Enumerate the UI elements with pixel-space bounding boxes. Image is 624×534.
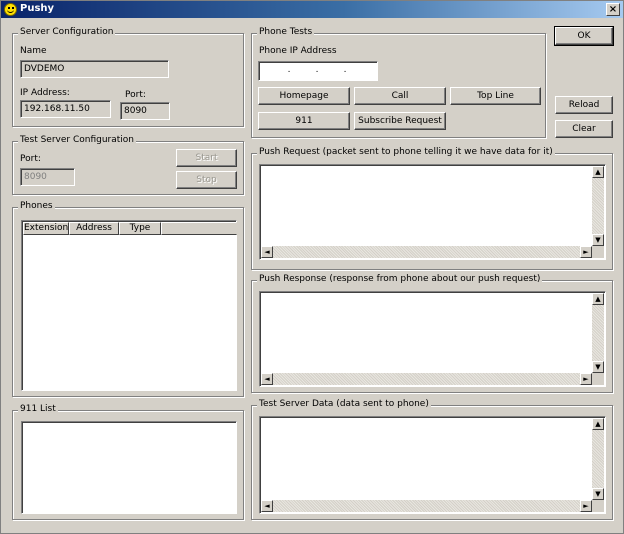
911-list[interactable]: [21, 421, 237, 514]
scroll-left-icon[interactable]: ◄: [261, 373, 273, 385]
server-configuration-legend: Server Configuration: [18, 27, 116, 37]
push-request-legend: Push Request (packet sent to phone telli…: [257, 147, 555, 157]
test-server-data-group: Test Server Data (data sent to phone) ▲ …: [251, 399, 613, 520]
phone-tests-legend: Phone Tests: [257, 27, 315, 37]
phones-legend: Phones: [18, 201, 55, 211]
name-label: Name: [20, 46, 47, 56]
scroll-up-icon[interactable]: ▲: [592, 166, 604, 178]
911-list-group: 911 List: [12, 404, 244, 520]
port-field[interactable]: 8090: [120, 102, 170, 120]
phone-tests-group: Phone Tests Phone IP Address ... Homepag…: [251, 27, 546, 138]
reload-button[interactable]: Reload: [555, 96, 613, 114]
phone-ip-address-field[interactable]: ...: [258, 61, 378, 81]
scroll-right-icon[interactable]: ►: [580, 500, 592, 512]
scroll-corner: [592, 500, 604, 512]
column-address[interactable]: Address: [69, 222, 119, 235]
ip-dot-3: .: [343, 65, 347, 75]
test-port-field[interactable]: 8090: [20, 168, 75, 186]
port-label: Port:: [125, 90, 146, 100]
scroll-right-icon[interactable]: ►: [580, 373, 592, 385]
push-response-hscroll[interactable]: [261, 373, 592, 385]
scroll-up-icon[interactable]: ▲: [592, 293, 604, 305]
phones-group: Phones Extension Address Type: [12, 201, 244, 397]
test-port-label: Port:: [20, 154, 41, 164]
scroll-left-icon[interactable]: ◄: [261, 500, 273, 512]
close-button[interactable]: ×: [606, 3, 620, 16]
911-list-legend: 911 List: [18, 404, 58, 414]
name-field[interactable]: DVDEMO: [20, 60, 169, 78]
scroll-up-icon[interactable]: ▲: [592, 418, 604, 430]
title-bar[interactable]: Pushy ×: [1, 1, 623, 18]
ip-address-label: IP Address:: [20, 88, 70, 98]
scroll-corner: [592, 373, 604, 385]
phones-list[interactable]: Extension Address Type: [21, 220, 237, 391]
scroll-down-icon[interactable]: ▼: [592, 234, 604, 246]
push-response-textarea[interactable]: ▲ ▼ ◄ ►: [259, 291, 606, 387]
ip-address-field[interactable]: 192.168.11.50: [20, 100, 111, 118]
column-extension[interactable]: Extension: [23, 222, 69, 235]
phone-ip-address-label: Phone IP Address: [259, 46, 337, 56]
scroll-right-icon[interactable]: ►: [580, 246, 592, 258]
push-response-legend: Push Response (response from phone about…: [257, 274, 543, 284]
start-button[interactable]: Start: [176, 149, 237, 167]
test-server-configuration-group: Test Server Configuration Port: 8090 Sta…: [12, 135, 244, 195]
scroll-down-icon[interactable]: ▼: [592, 361, 604, 373]
smiley-icon: [4, 3, 17, 16]
clear-button[interactable]: Clear: [555, 120, 613, 138]
stop-button[interactable]: Stop: [176, 171, 237, 189]
scroll-down-icon[interactable]: ▼: [592, 488, 604, 500]
pushy-window: Pushy × Server Configuration Name DVDEMO…: [0, 0, 624, 534]
test-server-data-textarea[interactable]: ▲ ▼ ◄ ►: [259, 416, 606, 514]
push-request-group: Push Request (packet sent to phone telli…: [251, 147, 613, 270]
server-configuration-group: Server Configuration Name DVDEMO IP Addr…: [12, 27, 244, 127]
ip-dot-2: .: [315, 65, 319, 75]
test-server-data-legend: Test Server Data (data sent to phone): [257, 399, 431, 409]
homepage-button[interactable]: Homepage: [258, 87, 350, 105]
scroll-corner: [592, 246, 604, 258]
top-line-button[interactable]: Top Line: [450, 87, 541, 105]
test-server-configuration-legend: Test Server Configuration: [18, 135, 136, 145]
subscribe-request-button[interactable]: Subscribe Request: [354, 112, 446, 130]
column-filler: [161, 222, 237, 235]
scroll-left-icon[interactable]: ◄: [261, 246, 273, 258]
call-button[interactable]: Call: [354, 87, 446, 105]
push-response-group: Push Response (response from phone about…: [251, 274, 613, 393]
test-server-data-hscroll[interactable]: [261, 500, 592, 512]
window-title: Pushy: [20, 3, 55, 14]
ok-button[interactable]: OK: [554, 26, 614, 46]
phones-list-header: Extension Address Type: [23, 222, 237, 235]
column-type[interactable]: Type: [119, 222, 161, 235]
push-request-hscroll[interactable]: [261, 246, 592, 258]
push-request-textarea[interactable]: ▲ ▼ ◄ ►: [259, 164, 606, 260]
911-button[interactable]: 911: [258, 112, 350, 130]
ip-dot-1: .: [287, 65, 291, 75]
